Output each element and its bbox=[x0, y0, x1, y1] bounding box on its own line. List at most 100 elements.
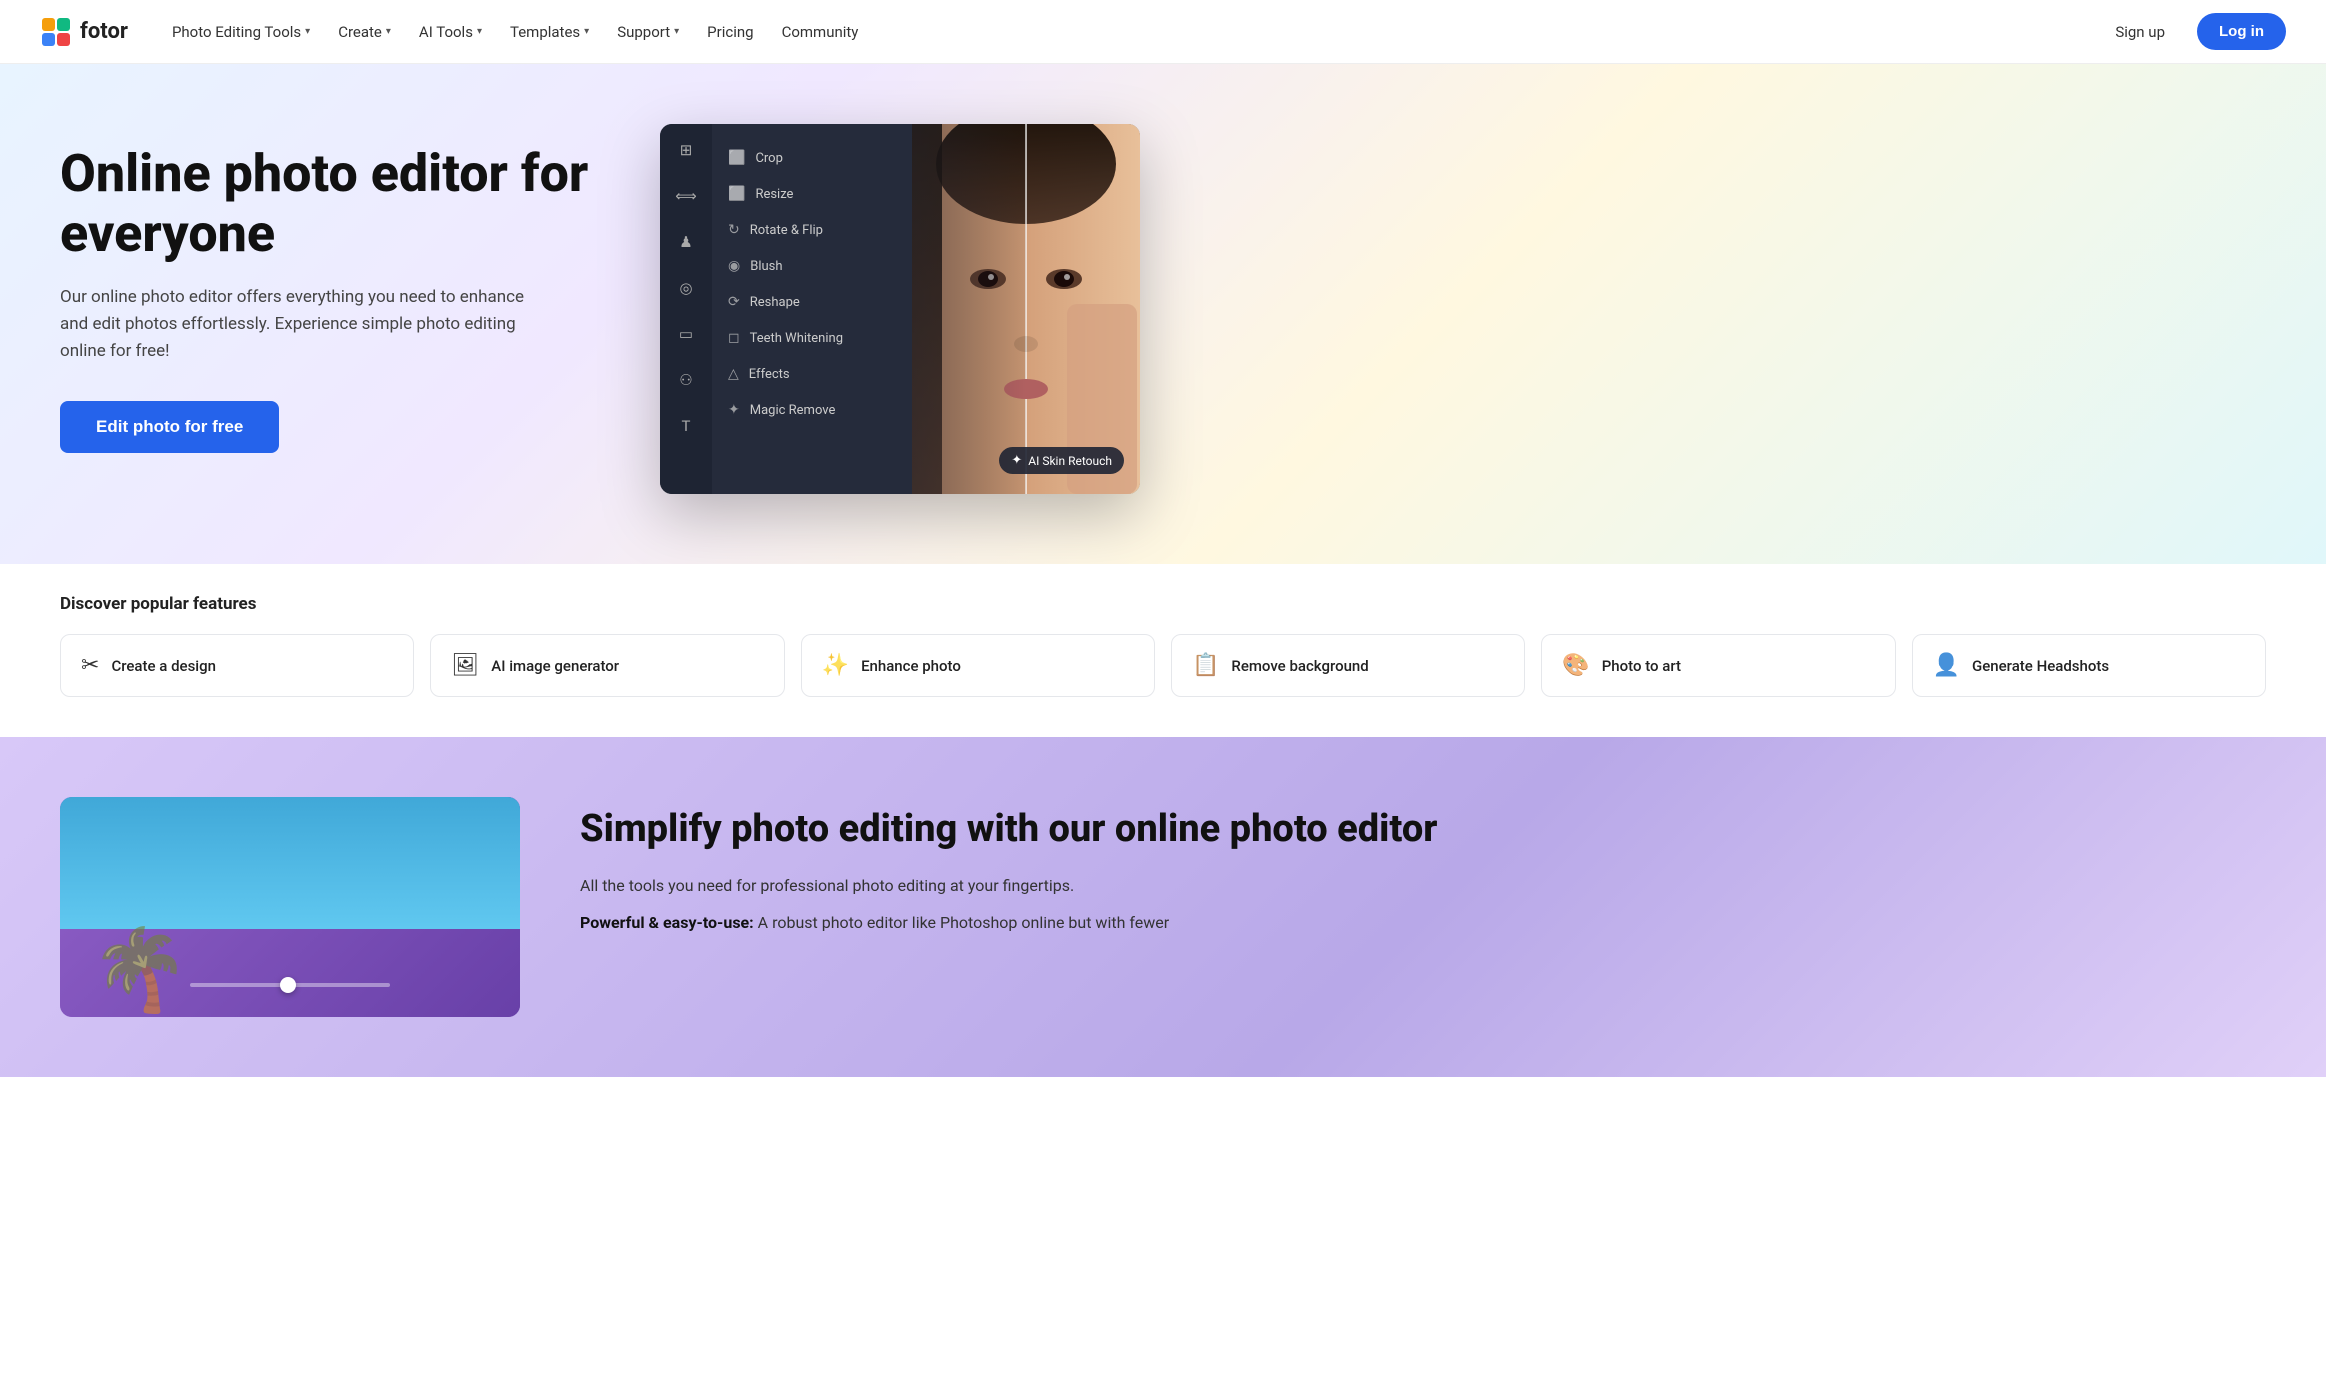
hero-left: Online photo editor for everyone Our onl… bbox=[60, 124, 620, 453]
nav-links: Photo Editing Tools ▾ Create ▾ AI Tools … bbox=[160, 15, 2099, 49]
sky-background bbox=[60, 797, 520, 929]
feature-generate-headshots[interactable]: 👤 Generate Headshots bbox=[1912, 634, 2266, 697]
signup-button[interactable]: Sign up bbox=[2099, 15, 2181, 49]
second-bold-text: Powerful & easy-to-use: bbox=[580, 913, 754, 932]
chevron-down-icon: ▾ bbox=[674, 26, 679, 37]
headshots-label: Generate Headshots bbox=[1972, 657, 2109, 675]
ai-icon: ✦ bbox=[1011, 453, 1022, 468]
panel-reshape[interactable]: ⟳ Reshape bbox=[712, 284, 912, 320]
remove-bg-label: Remove background bbox=[1231, 657, 1368, 675]
face-overlay bbox=[912, 124, 1140, 494]
second-bold-desc: Powerful & easy-to-use: A robust photo e… bbox=[580, 910, 2266, 936]
nav-photo-editing-tools[interactable]: Photo Editing Tools ▾ bbox=[160, 15, 322, 49]
blush-icon: ◉ bbox=[728, 258, 740, 274]
slider-thumb[interactable] bbox=[280, 977, 296, 993]
panel-reshape-label: Reshape bbox=[750, 295, 800, 310]
palm-icon: 🌴 bbox=[90, 923, 190, 1017]
editor-mockup: ⊞ ⟺ ♟ ◎ ▭ ⚇ T ⬜ Crop ⬜ Resize ↻ bbox=[660, 124, 1140, 494]
feature-enhance-photo[interactable]: ✨ Enhance photo bbox=[801, 634, 1155, 697]
sidebar-grid-icon[interactable]: ⊞ bbox=[672, 136, 700, 164]
ai-image-label: AI image generator bbox=[491, 657, 619, 675]
feature-create-design[interactable]: ✂ Create a design bbox=[60, 634, 414, 697]
second-text: Simplify photo editing with our online p… bbox=[580, 797, 2266, 948]
panel-magic-remove[interactable]: ✦ Magic Remove bbox=[712, 392, 912, 428]
photo-art-icon: 🎨 bbox=[1562, 653, 1589, 678]
panel-rotate-label: Rotate & Flip bbox=[750, 223, 823, 238]
crop-icon: ⬜ bbox=[728, 150, 745, 166]
sidebar-text-icon[interactable]: T bbox=[672, 412, 700, 440]
panel-magic-label: Magic Remove bbox=[750, 403, 836, 418]
remove-bg-icon: 📋 bbox=[1192, 653, 1219, 678]
feature-ai-image-generator[interactable]: 🖼 AI image generator bbox=[430, 634, 784, 697]
edit-photo-button[interactable]: Edit photo for free bbox=[60, 401, 279, 453]
editor-sidebar: ⊞ ⟺ ♟ ◎ ▭ ⚇ T bbox=[660, 124, 712, 494]
nav-right: Sign up Log in bbox=[2099, 13, 2286, 50]
navbar: fotor Photo Editing Tools ▾ Create ▾ AI … bbox=[0, 0, 2326, 64]
chevron-down-icon: ▾ bbox=[386, 26, 391, 37]
sidebar-adjust-icon[interactable]: ⟺ bbox=[672, 182, 700, 210]
ai-skin-badge: ✦ AI Skin Retouch bbox=[999, 447, 1124, 474]
login-button[interactable]: Log in bbox=[2197, 13, 2286, 50]
panel-rotate[interactable]: ↻ Rotate & Flip bbox=[712, 212, 912, 248]
rotate-icon: ↻ bbox=[728, 222, 740, 238]
panel-resize-label: Resize bbox=[755, 187, 793, 202]
hero-title: Online photo editor for everyone bbox=[60, 144, 620, 264]
editor-canvas: ✦ AI Skin Retouch bbox=[912, 124, 1140, 494]
nav-support[interactable]: Support ▾ bbox=[605, 15, 691, 49]
create-design-label: Create a design bbox=[111, 657, 216, 675]
panel-teeth-whitening[interactable]: ◻ Teeth Whitening bbox=[712, 320, 912, 356]
slider-bar bbox=[190, 983, 390, 987]
second-bold-suffix: A robust photo editor like Photoshop onl… bbox=[758, 913, 1169, 932]
nav-templates[interactable]: Templates ▾ bbox=[498, 15, 601, 49]
nav-community[interactable]: Community bbox=[770, 15, 871, 49]
resize-icon: ⬜ bbox=[728, 186, 745, 202]
nav-pricing[interactable]: Pricing bbox=[695, 15, 765, 49]
logo[interactable]: fotor bbox=[40, 16, 128, 48]
teeth-icon: ◻ bbox=[728, 330, 740, 346]
sidebar-frame-icon[interactable]: ▭ bbox=[672, 320, 700, 348]
second-desc: All the tools you need for professional … bbox=[580, 873, 2266, 899]
editor-panel: ⬜ Crop ⬜ Resize ↻ Rotate & Flip ◉ Blush … bbox=[712, 124, 912, 494]
panel-crop[interactable]: ⬜ Crop bbox=[712, 140, 912, 176]
sidebar-eye-icon[interactable]: ◎ bbox=[672, 274, 700, 302]
panel-resize[interactable]: ⬜ Resize bbox=[712, 176, 912, 212]
create-design-icon: ✂ bbox=[81, 653, 99, 678]
photo-art-label: Photo to art bbox=[1602, 657, 1681, 675]
image-placeholder: 🌴 bbox=[60, 797, 520, 1017]
hero-description: Our online photo editor offers everythin… bbox=[60, 284, 540, 366]
chevron-down-icon: ▾ bbox=[584, 26, 589, 37]
hero-section: Online photo editor for everyone Our onl… bbox=[0, 64, 2326, 564]
logo-text: fotor bbox=[80, 19, 128, 44]
features-section: Discover popular features ✂ Create a des… bbox=[0, 564, 2326, 737]
ai-image-icon: 🖼 bbox=[451, 653, 479, 678]
hero-right: ⊞ ⟺ ♟ ◎ ▭ ⚇ T ⬜ Crop ⬜ Resize ↻ bbox=[660, 124, 1140, 494]
chevron-down-icon: ▾ bbox=[305, 26, 310, 37]
panel-crop-label: Crop bbox=[755, 151, 782, 166]
enhance-icon: ✨ bbox=[822, 653, 849, 678]
panel-effects[interactable]: △ Effects bbox=[712, 356, 912, 392]
enhance-label: Enhance photo bbox=[861, 657, 961, 675]
sidebar-group-icon[interactable]: ⚇ bbox=[672, 366, 700, 394]
nav-create[interactable]: Create ▾ bbox=[326, 15, 403, 49]
feature-remove-background[interactable]: 📋 Remove background bbox=[1171, 634, 1525, 697]
feature-photo-to-art[interactable]: 🎨 Photo to art bbox=[1541, 634, 1895, 697]
ai-badge-label: AI Skin Retouch bbox=[1028, 454, 1112, 468]
headshots-icon: 👤 bbox=[1933, 653, 1960, 678]
reshape-icon: ⟳ bbox=[728, 294, 740, 310]
nav-ai-tools[interactable]: AI Tools ▾ bbox=[407, 15, 494, 49]
panel-blush-label: Blush bbox=[750, 259, 782, 274]
magic-icon: ✦ bbox=[728, 402, 740, 418]
second-image-area: 🌴 bbox=[60, 797, 520, 1017]
features-grid: ✂ Create a design 🖼 AI image generator ✨… bbox=[60, 634, 2266, 697]
panel-effects-label: Effects bbox=[749, 367, 790, 382]
effects-icon: △ bbox=[728, 366, 739, 382]
panel-blush[interactable]: ◉ Blush bbox=[712, 248, 912, 284]
fotor-logo-icon bbox=[40, 16, 72, 48]
chevron-down-icon: ▾ bbox=[477, 26, 482, 37]
canvas-bg: ✦ AI Skin Retouch bbox=[912, 124, 1140, 494]
second-title: Simplify photo editing with our online p… bbox=[580, 807, 2266, 853]
second-section: 🌴 Simplify photo editing with our online… bbox=[0, 737, 2326, 1077]
panel-teeth-label: Teeth Whitening bbox=[750, 331, 843, 346]
sidebar-person-icon[interactable]: ♟ bbox=[672, 228, 700, 256]
features-title: Discover popular features bbox=[60, 594, 2266, 614]
